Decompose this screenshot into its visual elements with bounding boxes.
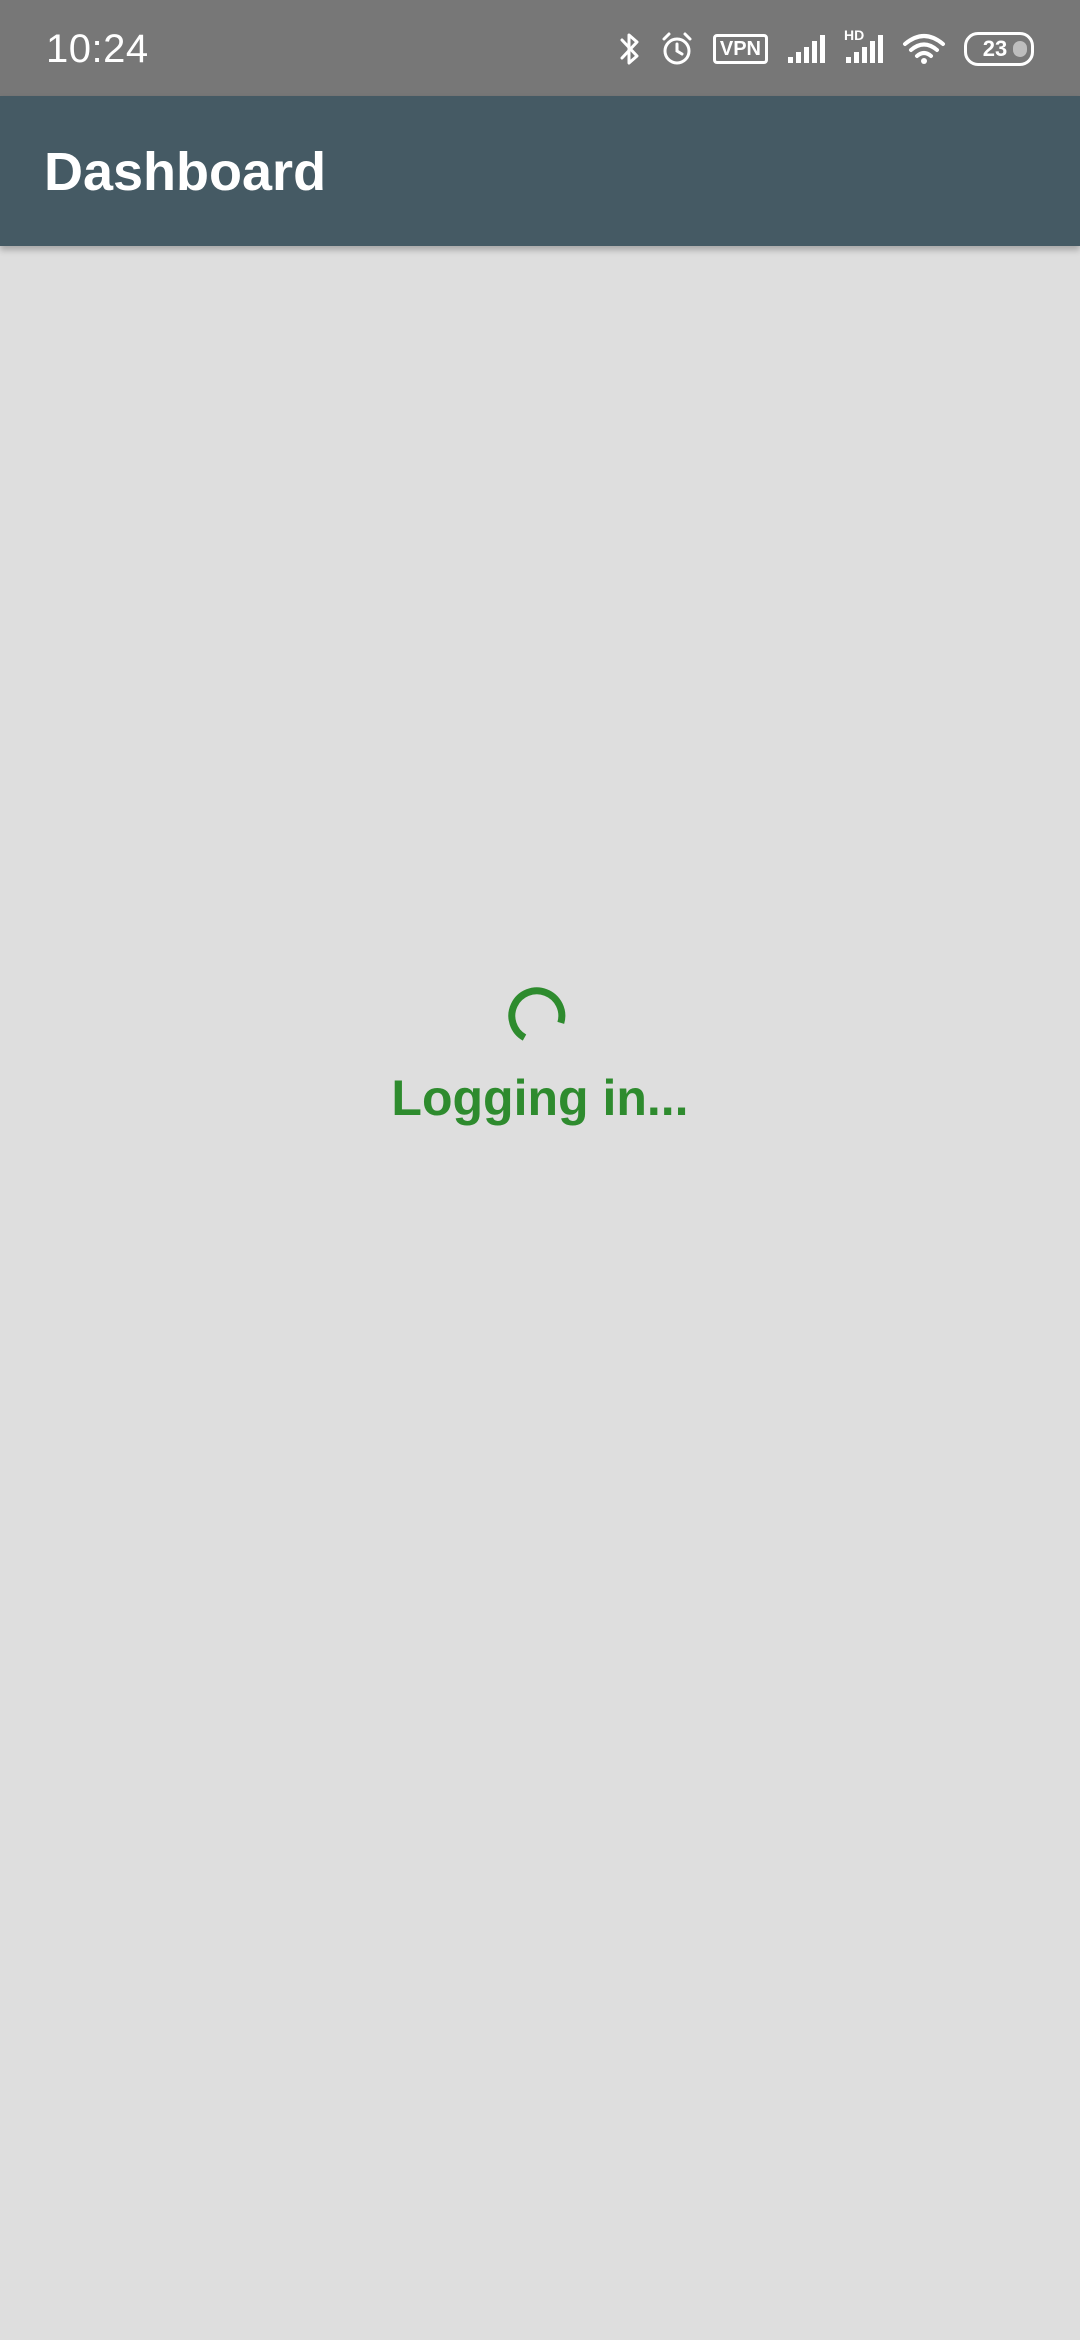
loading-text: Logging in...: [391, 1070, 689, 1126]
vpn-icon: VPN: [712, 34, 768, 64]
hd-signal-icon: HD: [844, 27, 884, 65]
battery-level: 23: [982, 36, 1008, 61]
main-content: [0, 246, 1080, 2340]
signal-icon: [786, 33, 826, 65]
wifi-icon: [902, 32, 946, 66]
battery-charge-indicator: [1013, 41, 1027, 57]
status-bar: 10:24 VPN HD 23: [0, 0, 1080, 96]
app-bar: Dashboard: [0, 96, 1080, 246]
bluetooth-icon: [619, 31, 641, 67]
battery-icon: 23: [964, 32, 1034, 66]
status-icons: VPN HD 23: [619, 26, 1034, 72]
page-title: Dashboard: [44, 142, 327, 202]
alarm-icon: [659, 31, 695, 67]
hd-label: HD: [844, 27, 865, 43]
spinner-icon: [508, 987, 566, 1041]
loading-indicator: Logging in...: [0, 970, 1080, 1128]
status-time: 10:24: [46, 27, 149, 71]
spinner-arc: [508, 987, 566, 1041]
